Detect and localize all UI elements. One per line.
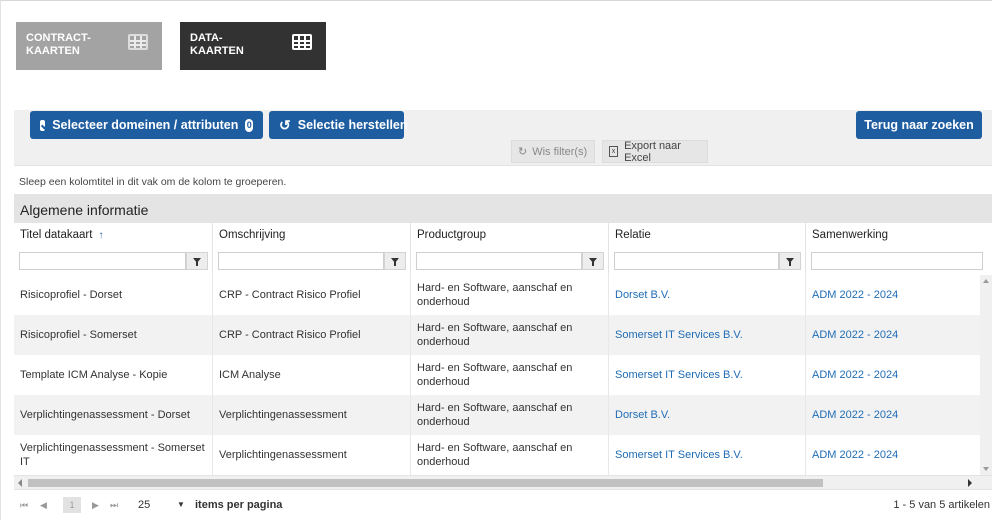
cell-titel: Verplichtingenassessment - Dorset [14,395,213,435]
table-icon [292,34,312,50]
last-page-icon[interactable]: ⏭ [110,500,118,511]
table-row[interactable]: Verplichtingenassessment - Somerset IT V… [14,435,980,475]
data-grid: Algemene informatie Titel datakaart ↑ Oms… [14,195,992,520]
column-header-label: Relatie [615,229,651,241]
filter-icon[interactable] [582,252,604,270]
cell-omschrijving: Verplichtingenassessment [213,395,411,435]
filter-input-titel[interactable] [19,252,186,270]
column-header-relatie[interactable]: Relatie [609,223,806,247]
card-data-label: DATA- KAARTEN [190,32,244,57]
cell-samenwerking-link[interactable]: ADM 2022 - 2024 [806,275,980,315]
filter-icon[interactable] [186,252,208,270]
card-contract-label: CONTRACT- KAARTEN [26,32,91,57]
filter-cell-titel [14,247,213,275]
clear-filters-button[interactable]: ↻ Wis filter(s) [511,140,595,163]
chevron-down-icon[interactable]: ▼ [177,500,185,509]
pager: ⏮ ◀ 1 ▶ ⏭ 25 ▼ items per pagina 1 - 5 va… [14,489,992,520]
cell-omschrijving: ICM Analyse [213,355,411,395]
select-domains-label: Selecteer domeinen / attributen [52,118,239,132]
column-header-label: Productgroup [417,229,487,241]
cell-productgroup: Hard- en Software, aanschaf en onderhoud [411,355,609,395]
cell-titel: Risicoprofiel - Somerset [14,315,213,355]
column-header-label: Titel datakaart [20,229,93,241]
filter-input-productgroup[interactable] [416,252,582,270]
filter-input-samenwerking[interactable] [811,252,983,270]
column-header-omschrijving[interactable]: Omschrijving [213,223,411,247]
table-row[interactable]: Template ICM Analyse - Kopie ICM Analyse… [14,355,980,395]
filter-cell-omschrijving [213,247,411,275]
cell-relatie-link[interactable]: Dorset B.V. [609,275,806,315]
datakaarten-section: Selecteer domeinen / attributen 0 ↺ Sele… [14,110,992,520]
cell-relatie-link[interactable]: Somerset IT Services B.V. [609,355,806,395]
filter-icon[interactable] [384,252,406,270]
cell-titel: Template ICM Analyse - Kopie [14,355,213,395]
cell-samenwerking-link[interactable]: ADM 2022 - 2024 [806,315,980,355]
checkbox-icon [40,119,46,131]
card-data-kaarten[interactable]: DATA- KAARTEN [180,22,326,70]
cell-relatie-link[interactable]: Dorset B.V. [609,395,806,435]
group-drop-zone[interactable]: Sleep een kolomtitel in dit vak om de ko… [14,165,992,195]
filter-cell-samenwerking [806,247,992,275]
back-to-search-button[interactable]: Terug naar zoeken [856,111,982,139]
cell-productgroup: Hard- en Software, aanschaf en onderhoud [411,275,609,315]
cell-titel: Risicoprofiel - Dorset [14,275,213,315]
cell-relatie-link[interactable]: Somerset IT Services B.V. [609,315,806,355]
cell-productgroup: Hard- en Software, aanschaf en onderhoud [411,435,609,475]
column-header-titel[interactable]: Titel datakaart ↑ [14,223,213,247]
cell-omschrijving: Verplichtingenassessment [213,435,411,475]
page-number-current[interactable]: 1 [63,497,81,513]
scroll-left-icon[interactable] [18,479,22,487]
scroll-up-icon[interactable] [983,279,989,283]
filter-input-relatie[interactable] [614,252,779,270]
scroll-down-icon[interactable] [983,467,989,471]
export-excel-label: Export naar Excel [624,139,681,164]
items-per-page-label: items per pagina [195,499,283,511]
cell-relatie-link[interactable]: Somerset IT Services B.V. [609,435,806,475]
undo-icon: ↺ [279,116,291,133]
table-row[interactable]: Risicoprofiel - Dorset CRP - Contract Ri… [14,275,980,315]
table-row[interactable]: Risicoprofiel - Somerset CRP - Contract … [14,315,980,355]
scrollbar-thumb[interactable] [28,479,823,487]
export-excel-button[interactable]: x Export naar Excel [602,139,708,164]
cell-productgroup: Hard- en Software, aanschaf en onderhoud [411,315,609,355]
reset-selection-button[interactable]: ↺ Selectie herstellen [269,111,408,139]
previous-page-icon[interactable]: ◀ [40,500,47,511]
scroll-right-icon[interactable] [968,479,972,487]
cell-samenwerking-link[interactable]: ADM 2022 - 2024 [806,355,980,395]
cell-omschrijving: CRP - Contract Risico Profiel [213,315,411,355]
cell-titel: Verplichtingenassessment - Somerset IT [14,435,213,475]
cell-omschrijving: CRP - Contract Risico Profiel [213,275,411,315]
column-header-label: Omschrijving [219,229,286,241]
first-page-icon[interactable]: ⏮ [20,500,28,511]
cell-samenwerking-link[interactable]: ADM 2022 - 2024 [806,435,980,475]
refresh-icon: ↻ [518,146,528,158]
pager-info: 1 - 5 van 5 artikelen [893,499,990,511]
table-row[interactable]: Verplichtingenassessment - Dorset Verpli… [14,395,980,435]
column-header-label: Samenwerking [812,229,889,241]
vertical-scrollbar[interactable] [980,275,992,475]
card-contract-kaarten[interactable]: CONTRACT- KAARTEN [16,22,162,70]
filter-input-omschrijving[interactable] [218,252,384,270]
filter-cell-productgroup [411,247,609,275]
column-header-productgroup[interactable]: Productgroup [411,223,609,247]
filter-icon[interactable] [779,252,801,270]
filter-cell-relatie [609,247,806,275]
cell-samenwerking-link[interactable]: ADM 2022 - 2024 [806,395,980,435]
horizontal-scrollbar[interactable] [14,475,992,489]
column-header-samenwerking[interactable]: Samenwerking [806,223,992,247]
table-icon [128,34,148,50]
clear-filters-label: Wis filter(s) [532,145,588,158]
sort-ascending-icon: ↑ [98,230,104,241]
select-domains-button[interactable]: Selecteer domeinen / attributen 0 [30,111,263,139]
selection-count-badge: 0 [245,118,253,132]
page-size-select[interactable]: 25 [138,499,150,511]
column-group-header: Algemene informatie [14,195,992,223]
next-page-icon[interactable]: ▶ [92,500,99,511]
excel-icon: x [609,146,619,157]
cell-productgroup: Hard- en Software, aanschaf en onderhoud [411,395,609,435]
reset-selection-label: Selectie herstellen [297,118,408,132]
